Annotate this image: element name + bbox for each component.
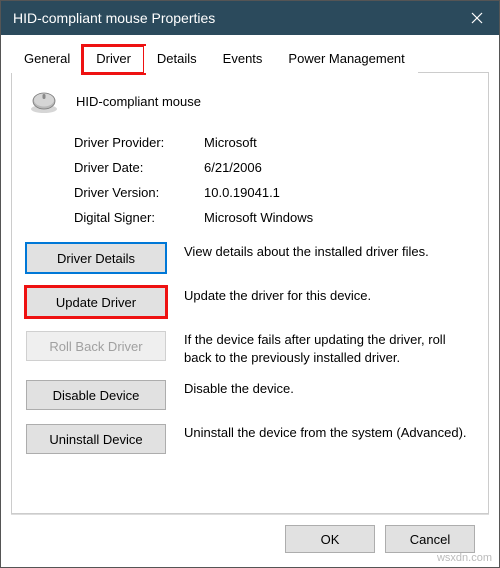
date-label: Driver Date:	[74, 160, 204, 175]
tab-strip: General Driver Details Events Power Mana…	[11, 45, 489, 73]
watermark: wsxdn.com	[437, 552, 492, 564]
device-name: HID-compliant mouse	[76, 94, 201, 109]
close-icon	[471, 12, 483, 24]
tab-power-management[interactable]: Power Management	[275, 46, 417, 73]
close-button[interactable]	[455, 1, 499, 35]
rollback-driver-button: Roll Back Driver	[26, 331, 166, 361]
signer-label: Digital Signer:	[74, 210, 204, 225]
titlebar: HID-compliant mouse Properties	[1, 1, 499, 35]
tab-events[interactable]: Events	[210, 46, 276, 73]
content-area: General Driver Details Events Power Mana…	[1, 35, 499, 567]
provider-value: Microsoft	[204, 135, 257, 150]
tab-driver[interactable]: Driver	[83, 46, 144, 73]
properties-window: HID-compliant mouse Properties General D…	[0, 0, 500, 568]
version-value: 10.0.19041.1	[204, 185, 280, 200]
driver-details-button[interactable]: Driver Details	[26, 243, 166, 273]
uninstall-device-desc: Uninstall the device from the system (Ad…	[184, 424, 474, 442]
device-header: HID-compliant mouse	[26, 87, 474, 115]
signer-value: Microsoft Windows	[204, 210, 313, 225]
disable-device-button[interactable]: Disable Device	[26, 380, 166, 410]
tab-details[interactable]: Details	[144, 46, 210, 73]
rollback-driver-desc: If the device fails after updating the d…	[184, 331, 474, 366]
driver-details-desc: View details about the installed driver …	[184, 243, 474, 261]
dialog-footer: OK Cancel	[11, 514, 489, 567]
ok-button[interactable]: OK	[285, 525, 375, 553]
version-label: Driver Version:	[74, 185, 204, 200]
tab-body-driver: HID-compliant mouse Driver Provider: Mic…	[11, 73, 489, 514]
uninstall-device-button[interactable]: Uninstall Device	[26, 424, 166, 454]
tab-general[interactable]: General	[11, 46, 83, 73]
disable-device-desc: Disable the device.	[184, 380, 474, 398]
update-driver-button[interactable]: Update Driver	[26, 287, 166, 317]
date-value: 6/21/2006	[204, 160, 262, 175]
update-driver-desc: Update the driver for this device.	[184, 287, 474, 305]
cancel-button[interactable]: Cancel	[385, 525, 475, 553]
driver-info: Driver Provider: Microsoft Driver Date: …	[74, 135, 474, 225]
provider-label: Driver Provider:	[74, 135, 204, 150]
window-title: HID-compliant mouse Properties	[13, 10, 455, 26]
mouse-icon	[26, 87, 62, 115]
